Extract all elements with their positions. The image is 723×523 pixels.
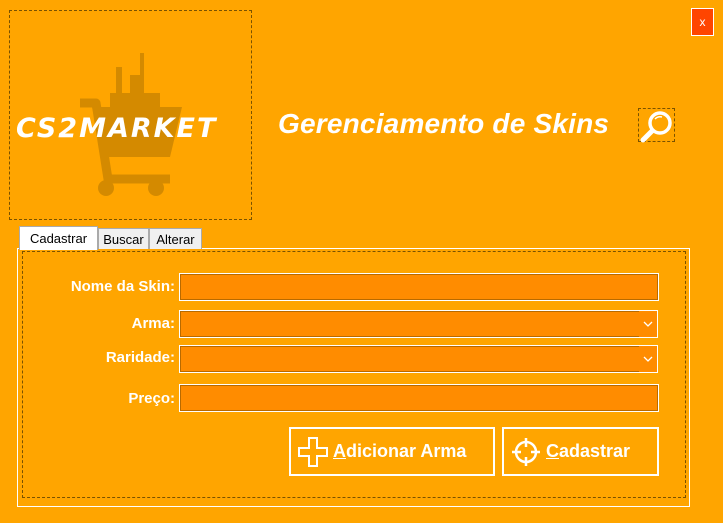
chevron-down-icon: [639, 311, 657, 337]
page-title: Gerenciamento de Skins: [278, 108, 610, 139]
register-label: Cadastrar: [546, 441, 631, 461]
weapon-label: Arma:: [131, 315, 175, 332]
tab-label: Alterar: [156, 231, 195, 247]
close-button[interactable]: X: [691, 8, 714, 36]
price-label: Preço:: [128, 390, 175, 407]
magnifier-icon: [640, 111, 672, 143]
skin-name-input[interactable]: [179, 273, 659, 301]
crosshair-icon: [512, 437, 540, 466]
rarity-select[interactable]: [179, 345, 658, 373]
plus-icon: [298, 436, 328, 467]
add-weapon-button[interactable]: Adicionar Arma: [289, 427, 495, 476]
add-weapon-label: Adicionar Arma: [333, 441, 467, 461]
close-label: X: [699, 15, 706, 29]
logo-panel: CS2MARKET: [9, 10, 252, 220]
search-button[interactable]: [638, 108, 675, 143]
logo-text: CS2MARKET: [16, 113, 218, 144]
tab-cadastrar[interactable]: Cadastrar: [19, 226, 98, 250]
chevron-down-icon: [639, 346, 657, 372]
tab-label: Cadastrar: [29, 231, 88, 246]
weapon-select[interactable]: [179, 310, 658, 338]
tab-alterar[interactable]: Alterar: [149, 228, 202, 249]
tab-label: Buscar: [103, 231, 144, 247]
register-button[interactable]: Cadastrar: [502, 427, 659, 476]
tab-buscar[interactable]: Buscar: [98, 228, 149, 249]
skin-name-label: Nome da Skin:: [70, 278, 175, 295]
rarity-label: Raridade:: [105, 349, 175, 366]
price-input[interactable]: [179, 384, 659, 412]
